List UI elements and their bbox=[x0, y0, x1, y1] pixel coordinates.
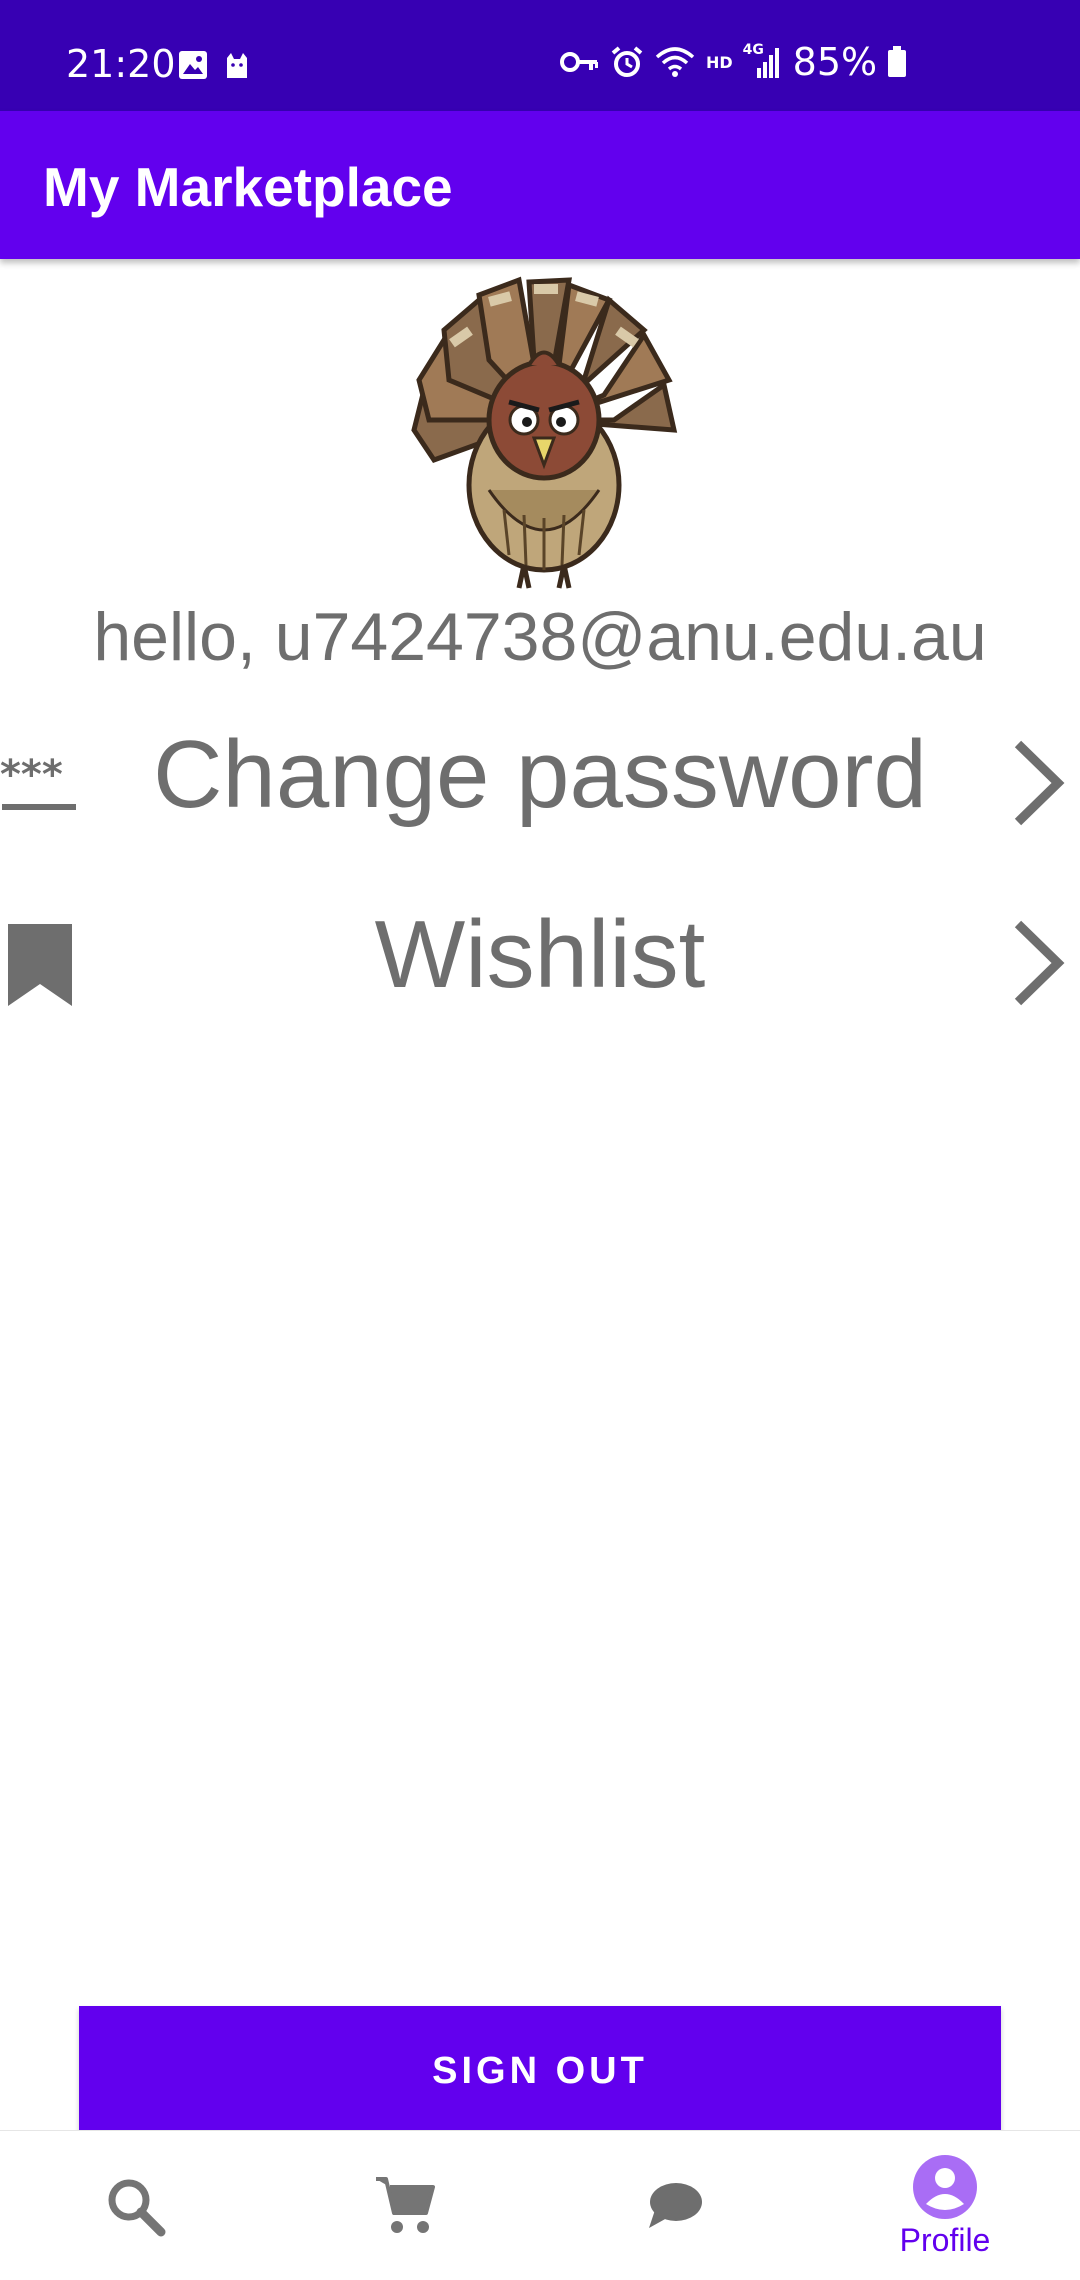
nav-profile-label: Profile bbox=[899, 2221, 991, 2258]
cat-icon bbox=[227, 53, 247, 78]
nav-item-profile[interactable]: Profile bbox=[810, 2131, 1080, 2280]
app-title: My Marketplace bbox=[43, 156, 453, 218]
change-password-row[interactable]: *** Change password bbox=[0, 700, 1080, 860]
alarm-icon bbox=[611, 46, 643, 77]
bottom-navigation: Profile bbox=[0, 2130, 1080, 2280]
nav-item-search[interactable] bbox=[0, 2131, 270, 2280]
nav-item-cart[interactable] bbox=[270, 2131, 540, 2280]
nav-item-chat[interactable] bbox=[540, 2131, 810, 2280]
status-notification-icons bbox=[178, 50, 252, 80]
battery-icon bbox=[888, 46, 907, 77]
chevron-right-icon bbox=[1014, 740, 1065, 826]
turkey-avatar[interactable] bbox=[394, 270, 694, 590]
cart-icon bbox=[376, 2177, 435, 2233]
key-icon bbox=[560, 52, 598, 72]
app-bar: My Marketplace bbox=[0, 111, 1080, 259]
sign-out-button[interactable]: SIGN OUT bbox=[79, 2006, 1001, 2136]
chat-icon bbox=[649, 2183, 702, 2228]
battery-percentage: 85% bbox=[792, 40, 878, 84]
status-system-icons: HD 4G 85% bbox=[560, 40, 907, 84]
greeting-text: hello, u7424738@anu.edu.au bbox=[93, 599, 987, 675]
profile-icon bbox=[913, 2154, 977, 2219]
wishlist-row[interactable]: Wishlist bbox=[0, 880, 1080, 1040]
hd-label: HD bbox=[706, 52, 733, 72]
search-icon bbox=[108, 2179, 166, 2237]
change-password-label: Change password bbox=[153, 721, 927, 828]
wishlist-label: Wishlist bbox=[374, 901, 706, 1008]
chevron-right-icon bbox=[1014, 920, 1065, 1006]
wifi-icon bbox=[655, 47, 695, 77]
signal-icon bbox=[756, 48, 779, 78]
status-bar: 21:20 HD 4G 85% bbox=[0, 0, 1080, 111]
signal-indicator: 4G bbox=[743, 42, 783, 80]
status-time: 21:20 bbox=[66, 42, 176, 86]
image-icon bbox=[179, 51, 207, 79]
